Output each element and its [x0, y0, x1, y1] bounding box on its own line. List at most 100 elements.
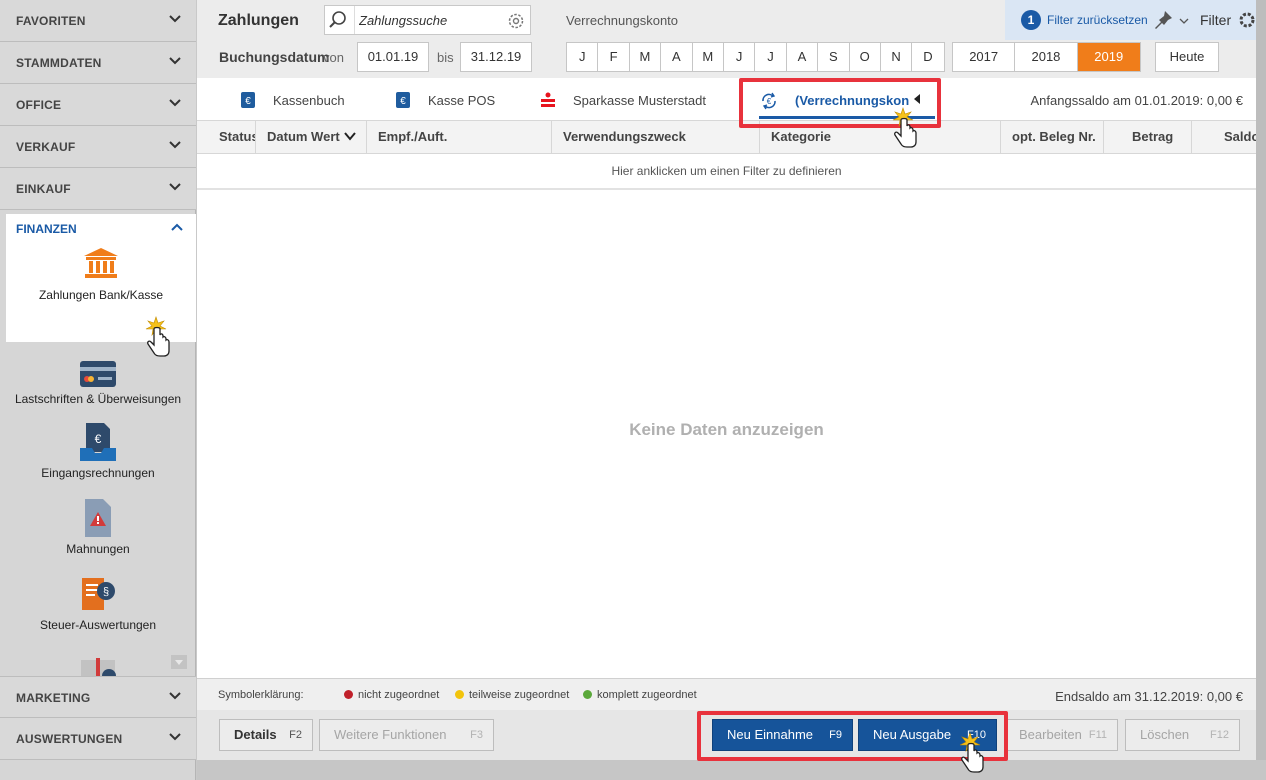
tab-verrechnungskonto[interactable]: € (Verrechnungskon — [753, 78, 935, 120]
chevron-down-icon — [168, 730, 182, 744]
month-button[interactable]: D — [912, 43, 943, 71]
section-label: EINKAUF — [16, 182, 71, 196]
tab-kassenbuch[interactable]: € Kassenbuch — [239, 78, 389, 120]
button-label: Neu Einnahme — [727, 727, 813, 742]
column-header-empf[interactable]: Empf./Auft. — [367, 121, 552, 153]
sidebar-item-mahnungen[interactable]: Mahnungen — [0, 498, 196, 556]
bank-icon — [84, 248, 118, 278]
search-input[interactable] — [359, 11, 499, 29]
page-title: Zahlungen — [218, 12, 299, 29]
cash-register-icon: € — [394, 91, 412, 109]
sidebar-section-office[interactable]: OFFICE — [0, 84, 196, 126]
date-to-input[interactable]: 31.12.19 — [460, 42, 532, 72]
year-button[interactable]: 2018 — [1015, 43, 1078, 71]
button-label: Bearbeiten — [1019, 727, 1082, 742]
sidebar-item-steuer[interactable]: § Steuer-Auswertungen — [0, 574, 196, 632]
column-label: Datum Wert — [267, 129, 340, 144]
month-button[interactable]: J — [567, 43, 599, 71]
end-balance: Endsaldo am 31.12.2019: 0,00 € — [1055, 689, 1243, 704]
month-button[interactable]: N — [881, 43, 913, 71]
month-button[interactable]: O — [850, 43, 881, 71]
month-button[interactable]: S — [818, 43, 850, 71]
month-button[interactable]: M — [693, 43, 724, 71]
search-icon[interactable] — [325, 6, 355, 34]
sidebar-section-einkauf[interactable]: EINKAUF — [0, 168, 196, 210]
button-label: Weitere Funktionen — [334, 727, 447, 742]
sidebar-item-more[interactable] — [78, 656, 118, 676]
vertical-scrollbar[interactable] — [1256, 0, 1266, 760]
new-expense-button[interactable]: Neu Ausgabe F10 — [858, 719, 997, 751]
sparkasse-logo-icon — [539, 91, 557, 109]
legend-bar: Symbolerklärung: nicht zugeordnet teilwe… — [197, 678, 1256, 710]
sidebar-section-marketing[interactable]: MARKETING — [0, 676, 196, 718]
sidebar-section-verkauf[interactable]: VERKAUF — [0, 126, 196, 168]
incoming-invoice-icon: € — [80, 423, 116, 461]
edit-button[interactable]: Bearbeiten F11 — [1005, 719, 1118, 751]
month-button[interactable]: J — [724, 43, 756, 71]
filter-row[interactable]: Hier anklicken um einen Filter zu defini… — [197, 154, 1256, 190]
chevron-down-icon — [168, 689, 182, 703]
year-button[interactable]: 2017 — [953, 43, 1016, 71]
tab-label: Kassenbuch — [273, 93, 345, 108]
svg-text:€: € — [400, 96, 406, 107]
empty-state-message: Keine Daten anzuzeigen — [629, 420, 824, 439]
active-tab-indicator — [759, 116, 935, 119]
chevron-down-icon — [168, 12, 182, 26]
sidebar-section-stammdaten[interactable]: STAMMDATEN — [0, 42, 196, 84]
section-label: VERKAUF — [16, 140, 76, 154]
column-header-beleg[interactable]: opt. Beleg Nr. — [1001, 121, 1104, 153]
gear-icon[interactable] — [1237, 10, 1257, 30]
column-header-zweck[interactable]: Verwendungszweck — [552, 121, 760, 153]
section-label: MARKETING — [16, 691, 91, 705]
gear-icon[interactable] — [506, 11, 526, 31]
tab-label: (Verrechnungskon — [795, 93, 910, 108]
month-button[interactable]: J — [755, 43, 787, 71]
sidebar-item-eingangsrechnungen[interactable]: € Eingangsrechnungen — [0, 422, 196, 480]
tab-kasse-pos[interactable]: € Kasse POS — [394, 78, 514, 120]
month-button[interactable]: A — [787, 43, 819, 71]
pin-icon[interactable] — [1152, 9, 1174, 31]
filter-reset-link[interactable]: Filter zurücksetzen — [1047, 13, 1148, 27]
shortcut-key: F2 — [289, 729, 302, 741]
delete-button[interactable]: Löschen F12 — [1125, 719, 1240, 751]
sidebar-item-lastschriften[interactable]: Lastschriften & Überweisungen — [0, 360, 196, 406]
triangle-down-icon — [175, 660, 183, 665]
column-header-saldo[interactable]: Saldo — [1192, 121, 1256, 153]
svg-text:€: € — [95, 432, 102, 446]
year-button-active[interactable]: 2019 — [1077, 43, 1140, 71]
tab-sparkasse[interactable]: Sparkasse Musterstadt — [539, 78, 729, 120]
column-header-status[interactable]: Status — [197, 121, 256, 153]
more-functions-button[interactable]: Weitere Funktionen F3 — [319, 719, 494, 751]
sidebar-section-finanzen[interactable]: FINANZEN Zahlungen Bank/Kasse — [6, 214, 196, 342]
filter-label[interactable]: Filter — [1200, 12, 1231, 28]
today-button[interactable]: Heute — [1155, 42, 1219, 72]
column-header-kategorie[interactable]: Kategorie — [760, 121, 1001, 153]
month-button[interactable]: F — [598, 43, 630, 71]
month-selector: J F M A M J J A S O N D — [566, 42, 945, 72]
sidebar-section-favoriten[interactable]: FAVORITEN — [0, 0, 196, 42]
shortcut-key: F3 — [470, 729, 483, 741]
account-tabs: € Kassenbuch € Kasse POS Sparkasse Muste… — [197, 78, 1256, 120]
sidebar-item-zahlungen[interactable]: Zahlungen Bank/Kasse — [6, 248, 196, 330]
svg-text:€: € — [245, 96, 251, 107]
warning-document-icon — [85, 499, 111, 537]
column-header-datum[interactable]: Datum Wert — [256, 121, 367, 153]
month-button[interactable]: A — [661, 43, 693, 71]
sidebar-section-auswertungen[interactable]: AUSWERTUNGEN — [0, 718, 196, 760]
month-button[interactable]: M — [630, 43, 662, 71]
from-label: von — [323, 50, 344, 65]
legend-title: Symbolerklärung: — [218, 689, 304, 701]
button-label: Details — [234, 727, 277, 742]
to-label: bis — [437, 50, 454, 65]
column-header-betrag[interactable]: Betrag — [1104, 121, 1192, 153]
tab-scroll-left-icon[interactable] — [913, 93, 921, 105]
shortcut-key: F9 — [829, 729, 842, 741]
date-from-input[interactable]: 01.01.19 — [357, 42, 429, 72]
legend-label: teilweise zugeordnet — [469, 689, 570, 701]
new-income-button[interactable]: Neu Einnahme F9 — [712, 719, 853, 751]
svg-text:€: € — [767, 97, 772, 106]
chevron-down-icon[interactable] — [1179, 14, 1189, 24]
sidebar-scroll-down-button[interactable] — [171, 655, 187, 669]
details-button[interactable]: Details F2 — [219, 719, 313, 751]
chevron-down-icon — [168, 54, 182, 68]
